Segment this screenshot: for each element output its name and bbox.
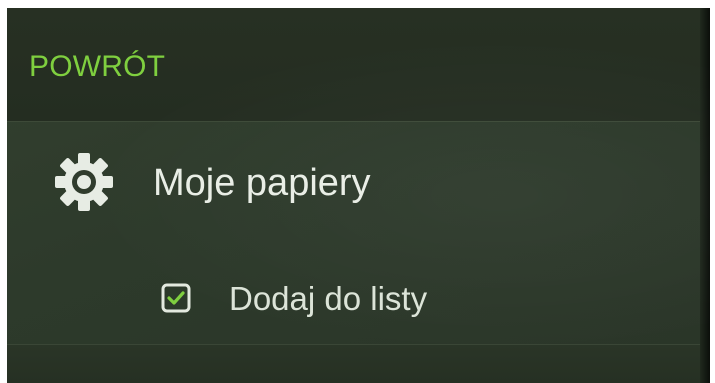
next-menu-item[interactable]: [7, 345, 700, 383]
menu-item-dodaj-do-listy-label[interactable]: Dodaj do listy: [229, 279, 427, 319]
screen-edge-shadow: [700, 8, 710, 383]
checkbox-icon[interactable]: [161, 283, 191, 313]
back-button[interactable]: POWRÓT: [29, 49, 165, 85]
gear-icon: [53, 151, 115, 213]
side-menu: POWRÓT Moje papiery Dodaj do listy: [7, 8, 710, 383]
app-frame: POWRÓT Moje papiery Dodaj do listy: [0, 0, 715, 383]
menu-item-moje-papiery-label[interactable]: Moje papiery: [153, 161, 371, 205]
